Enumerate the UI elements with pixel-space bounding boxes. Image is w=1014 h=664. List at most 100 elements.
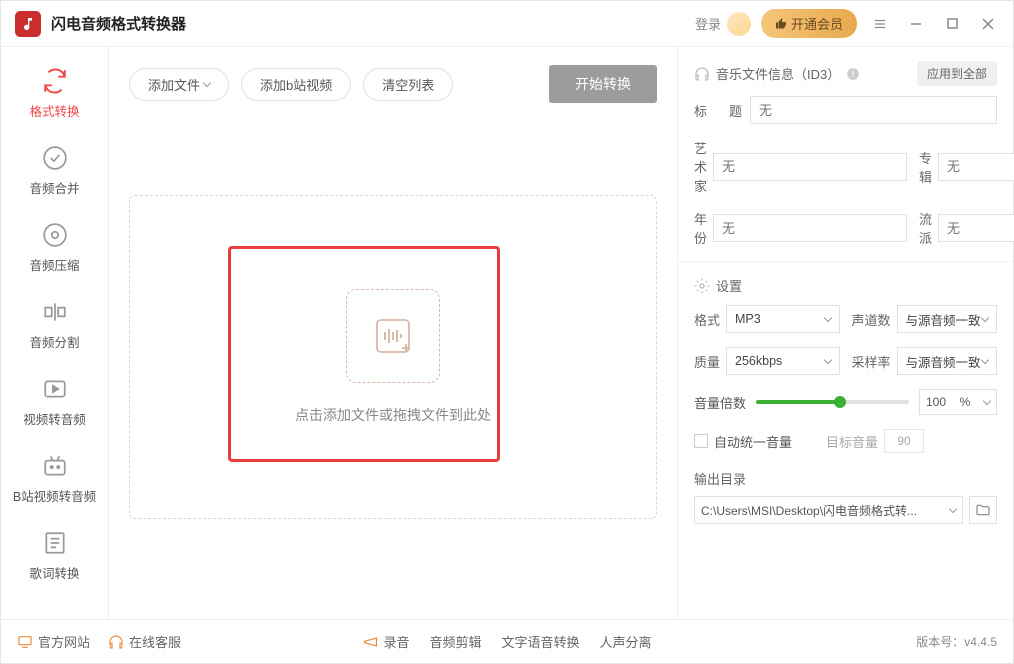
sidebar: 格式转换 音频合并 音频压缩 音频分割 视频转音频 B站视频转音频 歌词转换 bbox=[1, 47, 109, 619]
login-link[interactable]: 登录 bbox=[695, 12, 751, 36]
sidebar-item-label: 音频压缩 bbox=[1, 255, 108, 274]
add-bilibili-label: 添加b站视频 bbox=[260, 75, 332, 94]
start-convert-label: 开始转换 bbox=[575, 76, 631, 92]
genre-label: 流派 bbox=[919, 209, 932, 247]
close-button[interactable] bbox=[975, 11, 1001, 37]
apply-all-button[interactable]: 应用到全部 bbox=[917, 61, 997, 86]
normalize-label: 自动统一音量 bbox=[714, 432, 792, 451]
clear-list-button[interactable]: 清空列表 bbox=[363, 68, 453, 101]
format-select[interactable]: MP3 bbox=[726, 305, 839, 333]
menu-button[interactable] bbox=[867, 11, 893, 37]
chevron-down-icon bbox=[981, 355, 989, 363]
chevron-down-icon bbox=[203, 78, 211, 86]
artist-label: 艺术家 bbox=[694, 138, 707, 195]
dropzone[interactable]: 点击添加文件或拖拽文件到此处 bbox=[129, 195, 657, 519]
info-icon: ! bbox=[846, 67, 860, 81]
channels-label: 声道数 bbox=[852, 310, 891, 329]
record-label: 录音 bbox=[383, 632, 409, 651]
website-label: 官方网站 bbox=[38, 632, 90, 651]
quality-label: 质量 bbox=[694, 352, 720, 371]
thumbs-up-icon bbox=[775, 18, 787, 30]
quality-select[interactable]: 256kbps bbox=[726, 347, 839, 375]
close-icon bbox=[982, 18, 994, 30]
sidebar-item-split[interactable]: 音频分割 bbox=[1, 288, 108, 365]
video-audio-icon bbox=[41, 375, 69, 403]
volume-value[interactable]: 100 % bbox=[919, 389, 997, 415]
id3-header: 音乐文件信息（ID3） bbox=[716, 64, 840, 83]
browse-folder-button[interactable] bbox=[969, 496, 997, 524]
gear-icon bbox=[694, 278, 710, 294]
tts-link[interactable]: 文字语音转换 bbox=[502, 632, 580, 651]
app-logo bbox=[15, 11, 41, 37]
app-title: 闪电音频格式转换器 bbox=[51, 13, 695, 34]
dropzone-text: 点击添加文件或拖拽文件到此处 bbox=[295, 405, 491, 425]
settings-header: 设置 bbox=[716, 276, 742, 295]
vocal-link[interactable]: 人声分离 bbox=[600, 632, 652, 651]
bilibili-icon bbox=[41, 452, 69, 480]
samplerate-select[interactable]: 与源音频一致 bbox=[897, 347, 997, 375]
sidebar-item-label: 歌词转换 bbox=[1, 563, 108, 582]
vip-button[interactable]: 开通会员 bbox=[761, 9, 857, 38]
chevron-down-icon bbox=[949, 504, 957, 512]
trim-link[interactable]: 音频剪辑 bbox=[429, 632, 481, 651]
record-link[interactable]: 录音 bbox=[362, 632, 409, 651]
volume-label: 音量倍数 bbox=[694, 393, 746, 412]
sidebar-item-label: 视频转音频 bbox=[1, 409, 108, 428]
support-link[interactable]: 在线客服 bbox=[108, 632, 181, 651]
clear-list-label: 清空列表 bbox=[382, 75, 434, 94]
title-label: 标 题 bbox=[694, 101, 742, 120]
avatar bbox=[727, 12, 751, 36]
sidebar-item-merge[interactable]: 音频合并 bbox=[1, 134, 108, 211]
year-label: 年 份 bbox=[694, 209, 707, 247]
sidebar-item-format-convert[interactable]: 格式转换 bbox=[1, 57, 108, 134]
headset-icon bbox=[108, 634, 124, 650]
compress-icon bbox=[41, 221, 69, 249]
version-text: 版本号：v4.4.5 bbox=[916, 633, 997, 650]
year-input[interactable] bbox=[713, 214, 907, 242]
sidebar-item-label: 音频合并 bbox=[1, 178, 108, 197]
minimize-button[interactable] bbox=[903, 11, 929, 37]
channels-select[interactable]: 与源音频一致 bbox=[897, 305, 997, 333]
sidebar-item-lyrics[interactable]: 歌词转换 bbox=[1, 519, 108, 596]
outdir-label: 输出目录 bbox=[694, 469, 997, 488]
login-label: 登录 bbox=[695, 14, 721, 33]
genre-input[interactable] bbox=[938, 214, 1014, 242]
website-link[interactable]: 官方网站 bbox=[17, 632, 90, 651]
minimize-icon bbox=[910, 18, 922, 30]
svg-text:!: ! bbox=[852, 69, 855, 78]
artist-input[interactable] bbox=[713, 153, 907, 181]
headphones-icon bbox=[694, 66, 710, 82]
target-volume-input[interactable] bbox=[884, 429, 924, 453]
lyrics-icon bbox=[41, 529, 69, 557]
sidebar-item-video-to-audio[interactable]: 视频转音频 bbox=[1, 365, 108, 442]
add-bilibili-button[interactable]: 添加b站视频 bbox=[241, 68, 351, 101]
samplerate-label: 采样率 bbox=[852, 352, 891, 371]
sidebar-item-label: 音频分割 bbox=[1, 332, 108, 351]
megaphone-icon bbox=[362, 634, 378, 650]
normalize-checkbox[interactable] bbox=[694, 434, 708, 448]
sidebar-item-label: B站视频转音频 bbox=[1, 486, 108, 505]
maximize-icon bbox=[947, 18, 958, 29]
sidebar-item-compress[interactable]: 音频压缩 bbox=[1, 211, 108, 288]
support-label: 在线客服 bbox=[129, 632, 181, 651]
title-input[interactable] bbox=[750, 96, 997, 124]
album-input[interactable] bbox=[938, 153, 1014, 181]
album-label: 专辑 bbox=[919, 148, 932, 186]
dropzone-file-icon bbox=[346, 289, 440, 383]
merge-icon bbox=[41, 144, 69, 172]
convert-icon bbox=[41, 67, 69, 95]
target-volume-label: 目标音量 bbox=[826, 432, 878, 451]
vip-label: 开通会员 bbox=[791, 14, 843, 33]
sidebar-item-bilibili[interactable]: B站视频转音频 bbox=[1, 442, 108, 519]
split-icon bbox=[41, 298, 69, 326]
maximize-button[interactable] bbox=[939, 11, 965, 37]
outdir-select[interactable]: C:\Users\MSI\Desktop\闪电音频格式转... bbox=[694, 496, 963, 524]
monitor-icon bbox=[17, 634, 33, 650]
folder-icon bbox=[975, 502, 991, 518]
volume-slider[interactable] bbox=[756, 400, 909, 404]
menu-icon bbox=[873, 17, 887, 31]
add-file-button[interactable]: 添加文件 bbox=[129, 68, 229, 101]
add-file-label: 添加文件 bbox=[148, 75, 200, 94]
chevron-down-icon bbox=[823, 355, 831, 363]
start-convert-button[interactable]: 开始转换 bbox=[549, 65, 657, 103]
